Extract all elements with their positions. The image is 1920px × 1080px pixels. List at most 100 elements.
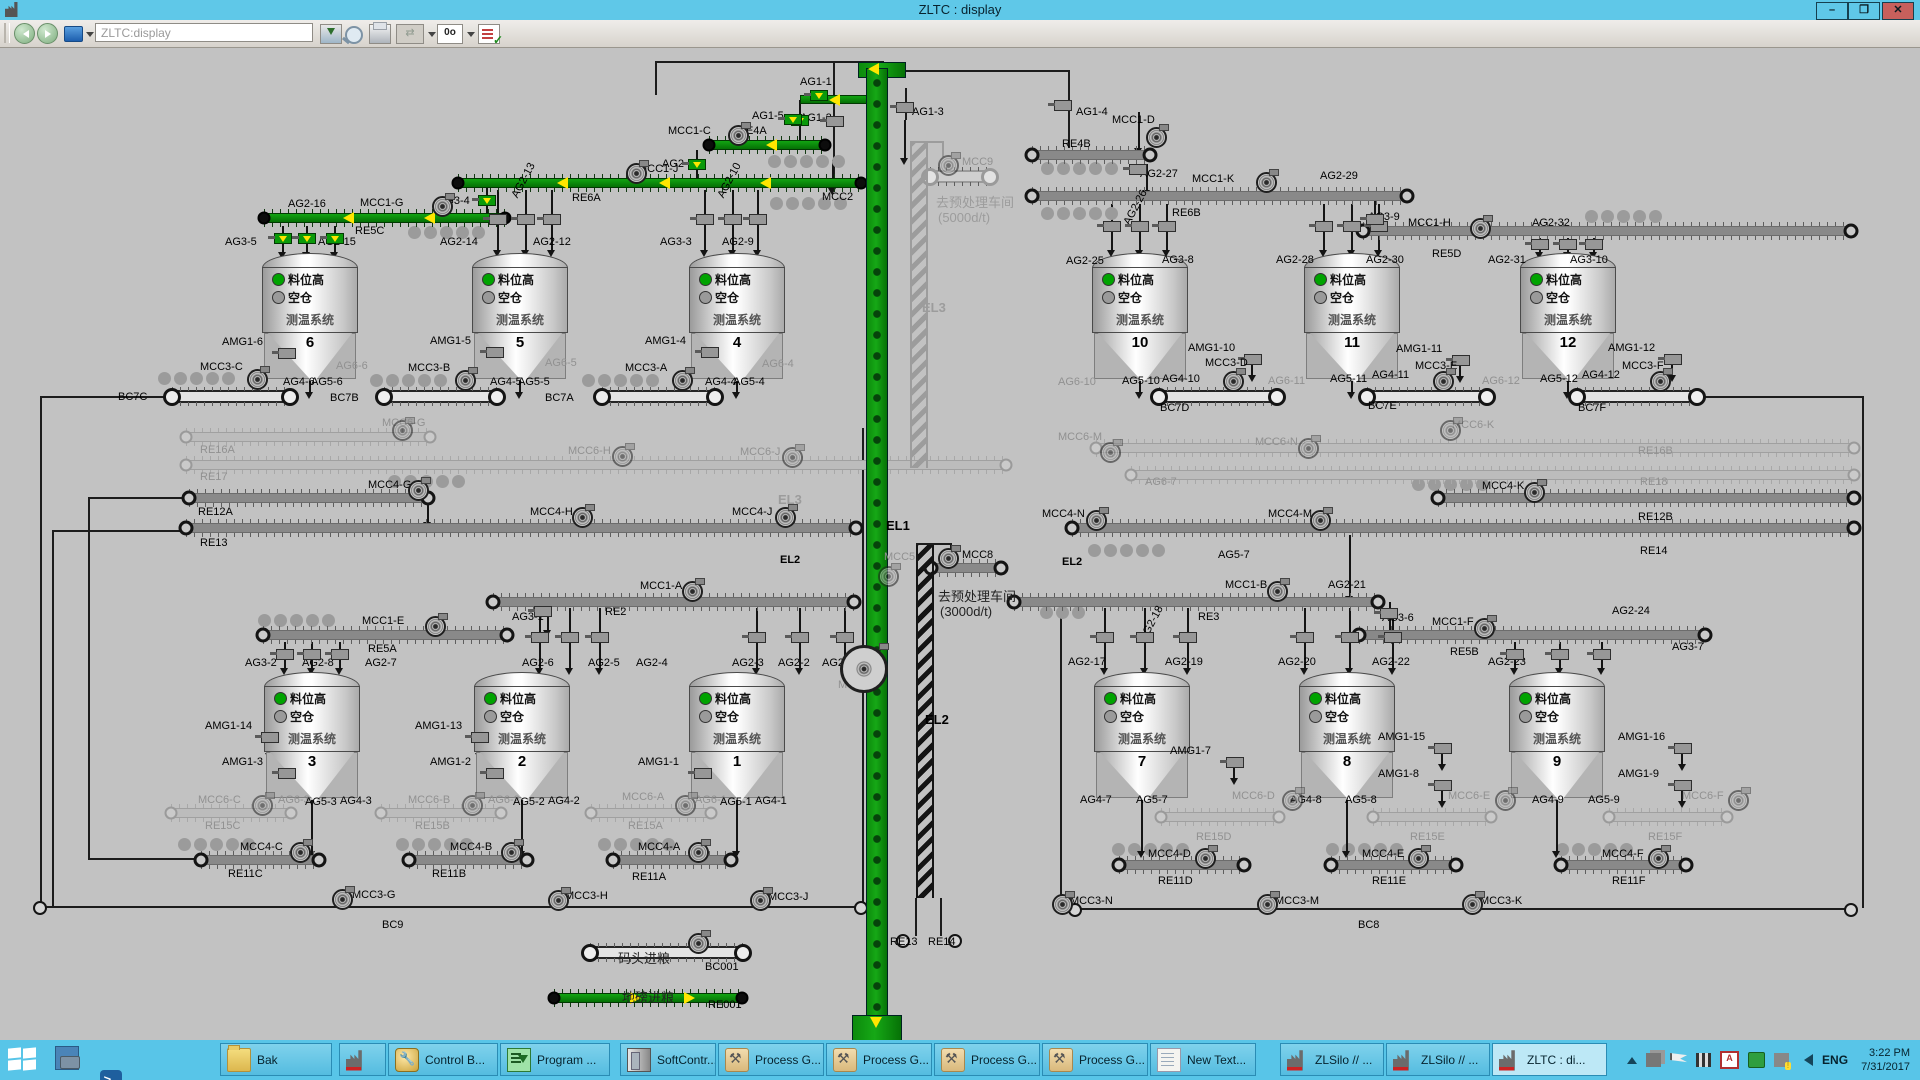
- slide-gate-valve[interactable]: [896, 102, 914, 113]
- fan-icon[interactable]: [1052, 894, 1073, 915]
- conveyor[interactable]: [1358, 630, 1706, 640]
- slide-gate-valve[interactable]: [276, 649, 294, 660]
- amg-valve-icon[interactable]: [1434, 743, 1452, 754]
- fan-icon[interactable]: [332, 889, 353, 910]
- level-high-indicator[interactable]: [1102, 273, 1115, 286]
- amg-valve-icon[interactable]: [701, 347, 719, 358]
- temperature-system-label[interactable]: 测温系统: [1509, 730, 1605, 747]
- conveyor[interactable]: [1372, 812, 1492, 822]
- fan-icon[interactable]: [1223, 371, 1244, 392]
- fan-icon[interactable]: [290, 842, 311, 863]
- slide-gate-valve[interactable]: [1551, 649, 1569, 660]
- taskbar-app-softcontr-[interactable]: SoftContr...: [620, 1043, 716, 1076]
- slide-gate-valve[interactable]: [331, 649, 349, 660]
- conveyor[interactable]: [928, 170, 992, 183]
- fan-icon[interactable]: [1433, 371, 1454, 392]
- fan-icon[interactable]: [501, 842, 522, 863]
- fan-icon[interactable]: [682, 581, 703, 602]
- slide-gate-valve[interactable]: [1315, 221, 1333, 232]
- fan-icon[interactable]: [840, 645, 888, 693]
- fan-icon[interactable]: [408, 480, 429, 501]
- fan-icon[interactable]: [775, 507, 796, 528]
- slide-gate-valve[interactable]: [1158, 221, 1176, 232]
- amg-valve-icon[interactable]: [261, 732, 279, 743]
- slide-gate-valve[interactable]: [1380, 608, 1398, 619]
- slide-gate-valve[interactable]: [791, 632, 809, 643]
- fan-icon[interactable]: [1462, 894, 1483, 915]
- slide-gate-valve[interactable]: [531, 632, 549, 643]
- empty-indicator[interactable]: [1102, 291, 1115, 304]
- conveyor[interactable]: [1118, 860, 1245, 870]
- conveyor[interactable]: [612, 855, 732, 865]
- fan-icon[interactable]: [1100, 442, 1121, 463]
- conveyor[interactable]: [1160, 812, 1280, 822]
- conveyor[interactable]: [1013, 597, 1379, 607]
- fan-icon[interactable]: [1470, 218, 1491, 239]
- taskbar-app-new-text-[interactable]: New Text...: [1150, 1043, 1256, 1076]
- slide-gate-valve[interactable]: [1131, 221, 1149, 232]
- minimize-button[interactable]: –: [1816, 2, 1848, 20]
- temperature-system-label[interactable]: 测温系统: [689, 311, 785, 328]
- amg-valve-icon[interactable]: [1674, 743, 1692, 754]
- slide-gate-valve[interactable]: [274, 233, 292, 244]
- toolbar-grip[interactable]: [4, 23, 10, 43]
- zoom-icon[interactable]: 0o: [437, 24, 463, 44]
- forward-button[interactable]: [37, 23, 58, 44]
- conveyor[interactable]: [1437, 493, 1855, 503]
- temperature-system-label[interactable]: 测温系统: [1520, 311, 1616, 328]
- empty-indicator[interactable]: [1530, 291, 1543, 304]
- fan-icon[interactable]: [750, 890, 771, 911]
- fan-icon[interactable]: [938, 548, 959, 569]
- taskbar-app-zlsilo-[interactable]: ZLSilo // ...: [1280, 1043, 1384, 1076]
- level-high-indicator[interactable]: [272, 273, 285, 286]
- fan-icon[interactable]: [1474, 618, 1495, 639]
- slide-gate-valve[interactable]: [1179, 632, 1197, 643]
- slide-gate-valve[interactable]: [688, 159, 706, 170]
- fan-icon[interactable]: [247, 369, 268, 390]
- taskbar-app-process-g-[interactable]: Process G...: [934, 1043, 1040, 1076]
- empty-indicator[interactable]: [1519, 710, 1532, 723]
- conveyor[interactable]: [1130, 470, 1855, 480]
- temperature-system-label[interactable]: 测温系统: [262, 311, 358, 328]
- temperature-system-label[interactable]: 测温系统: [689, 730, 785, 747]
- empty-indicator[interactable]: [484, 710, 497, 723]
- level-high-indicator[interactable]: [1314, 273, 1327, 286]
- conveyor[interactable]: [170, 390, 292, 403]
- tray-volume-icon[interactable]: [1798, 1054, 1813, 1066]
- amg-valve-icon[interactable]: [486, 347, 504, 358]
- slide-gate-valve[interactable]: [1531, 239, 1549, 250]
- tray-grid-icon[interactable]: [1696, 1053, 1711, 1067]
- import-icon[interactable]: [320, 24, 342, 44]
- slide-gate-valve[interactable]: [1103, 221, 1121, 232]
- fan-icon[interactable]: [1146, 127, 1167, 148]
- conveyor[interactable]: [262, 630, 508, 640]
- conveyor[interactable]: [1608, 812, 1728, 822]
- tray-network-icon[interactable]: [1646, 1053, 1661, 1067]
- bucket-elevator-el1[interactable]: [866, 68, 888, 1027]
- taskbar-app-process-g-[interactable]: Process G...: [826, 1043, 932, 1076]
- slide-gate-valve[interactable]: [1136, 632, 1154, 643]
- tray-flag-icon[interactable]: [1670, 1053, 1687, 1067]
- level-high-indicator[interactable]: [1519, 692, 1532, 705]
- temperature-system-label[interactable]: 测温系统: [1304, 311, 1400, 328]
- fan-icon[interactable]: [455, 370, 476, 391]
- level-high-indicator[interactable]: [1104, 692, 1117, 705]
- conveyor[interactable]: [708, 140, 826, 150]
- slide-gate-valve[interactable]: [534, 606, 552, 617]
- taskbar-app-process-g-[interactable]: Process G...: [718, 1043, 824, 1076]
- level-high-indicator[interactable]: [484, 692, 497, 705]
- fan-icon[interactable]: [878, 566, 899, 587]
- slide-gate-valve[interactable]: [810, 90, 828, 101]
- amg-valve-icon[interactable]: [1226, 757, 1244, 768]
- tray-app-icon[interactable]: A: [1720, 1051, 1739, 1069]
- fan-icon[interactable]: [1648, 848, 1669, 869]
- slide-gate-valve[interactable]: [696, 214, 714, 225]
- slide-gate-valve[interactable]: [561, 632, 579, 643]
- fan-icon[interactable]: [688, 842, 709, 863]
- slide-gate-valve[interactable]: [1506, 649, 1524, 660]
- slide-gate-valve[interactable]: [836, 632, 854, 643]
- back-button[interactable]: [14, 23, 35, 44]
- slide-gate-valve[interactable]: [517, 214, 535, 225]
- slide-gate-valve[interactable]: [748, 632, 766, 643]
- conveyor[interactable]: [185, 523, 857, 533]
